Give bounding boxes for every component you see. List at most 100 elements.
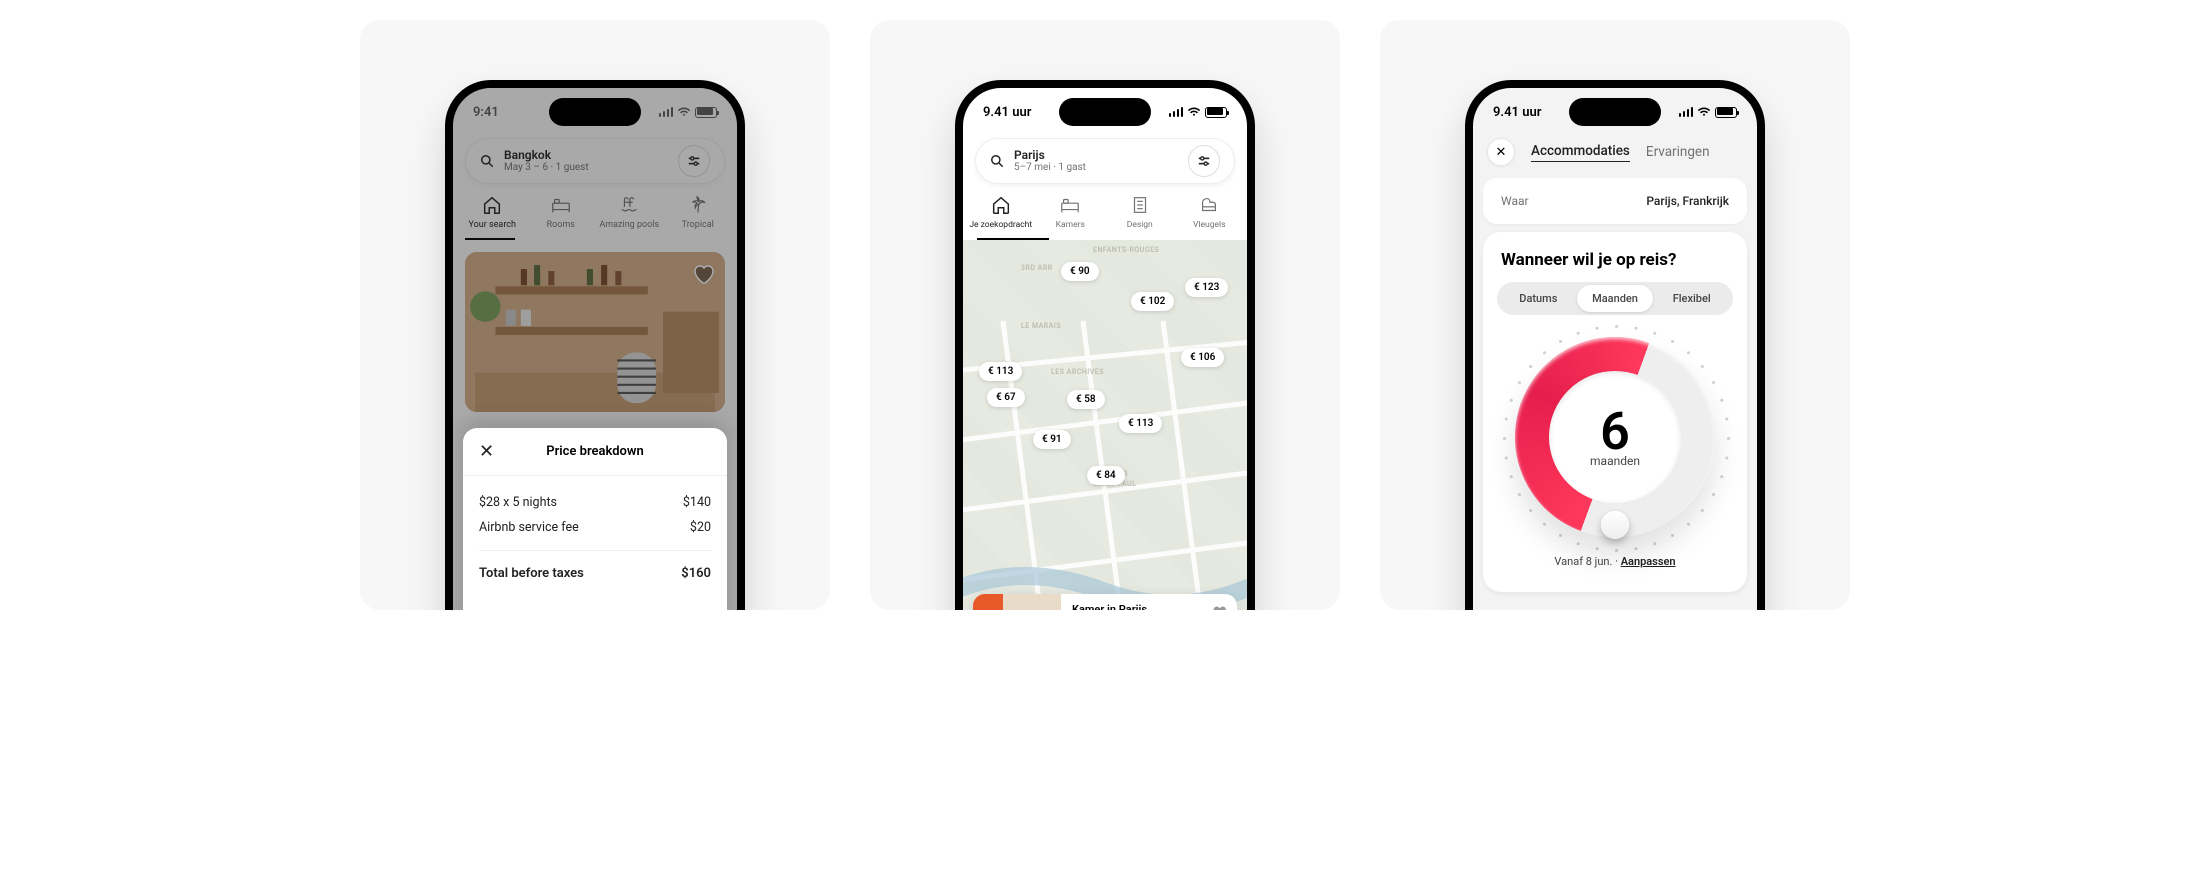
dial-knob[interactable] <box>1601 511 1629 539</box>
dial-tick <box>1634 547 1637 550</box>
phone-frame: 9.41 uur ✕ Accommodaties Ervaringen Waar… <box>1465 80 1765 610</box>
favorite-button[interactable] <box>1210 603 1228 610</box>
total-label: Total before taxes <box>479 566 584 581</box>
signal-icon <box>659 107 674 117</box>
map-view[interactable]: ENFANTS-ROUGES3RD ARRLE MARAISLES ARCHIV… <box>963 240 1247 610</box>
map-area-label: ENFANTS-ROUGES <box>1093 246 1159 254</box>
dial-tick <box>1727 437 1730 440</box>
dial-tick <box>1596 327 1599 330</box>
tab-accommodations[interactable]: Accommodaties <box>1531 143 1630 162</box>
status-time: 9:41 <box>473 105 499 120</box>
dial-tick <box>1503 437 1506 440</box>
total-value: $160 <box>681 566 711 581</box>
price-pin[interactable]: € 113 <box>979 362 1022 381</box>
bed-icon <box>1059 194 1081 216</box>
price-pin[interactable]: € 106 <box>1181 348 1224 367</box>
house-icon <box>990 194 1012 216</box>
screenshot-card-3: 9.41 uur ✕ Accommodaties Ervaringen Waar… <box>1380 20 1850 610</box>
listing-card[interactable]: Kamer in Parijs Verblijf bij Sophie Een … <box>973 594 1237 610</box>
dial-tick <box>1596 547 1599 550</box>
dynamic-island <box>1059 98 1151 126</box>
filter-button[interactable] <box>1188 145 1220 177</box>
price-pin[interactable]: € 102 <box>1131 292 1174 311</box>
dial-tick <box>1505 456 1508 459</box>
date-summary-prefix: Vanaf 8 jun. · <box>1554 555 1620 568</box>
adjust-link[interactable]: Aanpassen <box>1621 555 1676 568</box>
tab-label: Vleugels <box>1193 220 1225 230</box>
close-button[interactable]: ✕ <box>479 441 494 462</box>
total-row: Total before taxes $160 <box>479 561 711 586</box>
tab-label: Kamers <box>1056 220 1085 230</box>
wifi-icon <box>1697 107 1711 117</box>
dial-tick <box>1518 381 1521 384</box>
dial-tick <box>1518 493 1521 496</box>
screenshot-card-2: 9.41 uur Parijs 5–7 mei · 1 gast <box>870 20 1340 610</box>
room-thumb-illustration <box>973 594 1061 610</box>
search-bar[interactable]: Parijs 5–7 mei · 1 gast <box>975 138 1235 184</box>
price-pin[interactable]: € 90 <box>1061 262 1099 281</box>
close-button[interactable]: ✕ <box>1487 138 1515 166</box>
where-value: Parijs, Frankrijk <box>1646 194 1729 208</box>
map-area-label: LE MARAIS <box>1021 322 1061 330</box>
price-pin[interactable]: € 91 <box>1033 430 1071 449</box>
price-pin[interactable]: € 58 <box>1067 390 1105 409</box>
tab-label: Je zoekopdracht <box>969 220 1032 230</box>
price-pin[interactable]: € 84 <box>1087 466 1125 485</box>
category-tab-design[interactable]: Design <box>1106 194 1174 238</box>
map-area-label: 3RD ARR <box>1021 264 1053 272</box>
listing-thumbnail <box>973 594 1061 610</box>
phone-frame: 9.41 uur Parijs 5–7 mei · 1 gast <box>955 80 1255 610</box>
dial-tick <box>1653 542 1656 545</box>
dynamic-island <box>1569 98 1661 126</box>
wifi-icon <box>1187 107 1201 117</box>
building-icon <box>1129 194 1151 216</box>
price-pin[interactable]: € 113 <box>1119 414 1162 433</box>
where-card[interactable]: Waar Parijs, Frankrijk <box>1483 178 1747 224</box>
segment-months[interactable]: Maanden <box>1577 285 1654 312</box>
price-row-label: $28 x 5 nights <box>479 495 557 510</box>
dial-tick <box>1687 351 1690 354</box>
dial-tick <box>1615 325 1618 328</box>
dial-tick <box>1543 351 1546 354</box>
wifi-icon <box>677 107 691 117</box>
month-dial[interactable]: 6 maanden <box>1515 337 1715 537</box>
dial-tick <box>1712 493 1715 496</box>
dial-tick <box>1529 365 1532 368</box>
price-row-value: $20 <box>690 520 711 535</box>
sheet-title: Price breakdown <box>546 444 644 459</box>
card-title: Kamer in Parijs <box>1072 603 1226 610</box>
dial-tick <box>1687 523 1690 526</box>
search-details: 5–7 mei · 1 gast <box>1014 162 1178 173</box>
date-mode-segment: Datums Maanden Flexibel <box>1497 282 1733 315</box>
price-row: $28 x 5 nights$140 <box>479 490 711 515</box>
segment-flexible[interactable]: Flexibel <box>1653 285 1730 312</box>
dial-tick <box>1559 534 1562 537</box>
price-pin[interactable]: € 67 <box>987 388 1025 407</box>
tab-experiences[interactable]: Ervaringen <box>1646 144 1710 160</box>
dial-tick <box>1653 332 1656 335</box>
category-tab-wings[interactable]: Vleugels <box>1176 194 1244 238</box>
sliders-icon <box>1197 154 1211 168</box>
dial-tick <box>1529 509 1532 512</box>
price-pin[interactable]: € 123 <box>1185 278 1228 297</box>
tab-label: Design <box>1127 220 1153 230</box>
battery-icon <box>695 107 717 118</box>
dial-tick <box>1671 340 1674 343</box>
piano-icon <box>1198 194 1220 216</box>
category-tab-search[interactable]: Je zoekopdracht <box>967 194 1035 238</box>
dial-tick <box>1701 365 1704 368</box>
battery-icon <box>1205 107 1227 118</box>
dynamic-island <box>549 98 641 126</box>
when-title: Wanneer wil je op reis? <box>1497 250 1733 270</box>
dial-tick <box>1510 399 1513 402</box>
category-tab-rooms[interactable]: Kamers <box>1037 194 1105 238</box>
segment-dates[interactable]: Datums <box>1500 285 1577 312</box>
battery-icon <box>1715 107 1737 118</box>
dial-tick <box>1725 456 1728 459</box>
dial-tick <box>1577 542 1580 545</box>
dial-tick <box>1577 332 1580 335</box>
search-location: Parijs <box>1014 149 1178 162</box>
signal-icon <box>1679 107 1694 117</box>
price-breakdown-sheet: ✕ Price breakdown $28 x 5 nights$140 Air… <box>463 428 727 610</box>
price-row-label: Airbnb service fee <box>479 520 579 535</box>
